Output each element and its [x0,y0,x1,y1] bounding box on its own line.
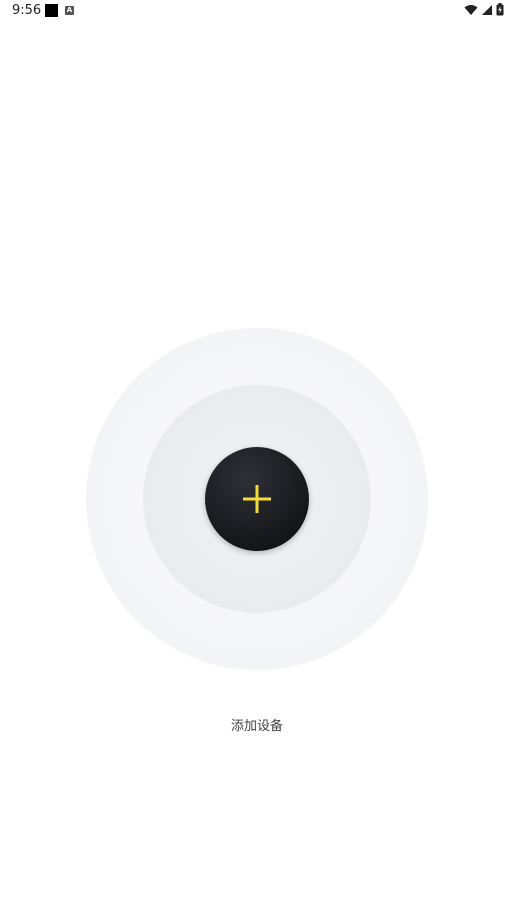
add-device-label[interactable]: 添加设备 [0,715,514,734]
system-icons [464,3,504,16]
add-device-button[interactable] [205,447,309,551]
status-bar: 9:56 A [0,0,514,22]
status-time: 9:56 [12,3,42,18]
battery-charging-icon [496,3,504,16]
black-square-icon [45,4,58,17]
signal-icon [482,4,492,15]
a-app-icon: A [65,6,74,15]
wifi-icon [464,4,478,15]
plus-icon [243,485,271,513]
screen: 9:56 A 添加设备 [0,0,514,913]
